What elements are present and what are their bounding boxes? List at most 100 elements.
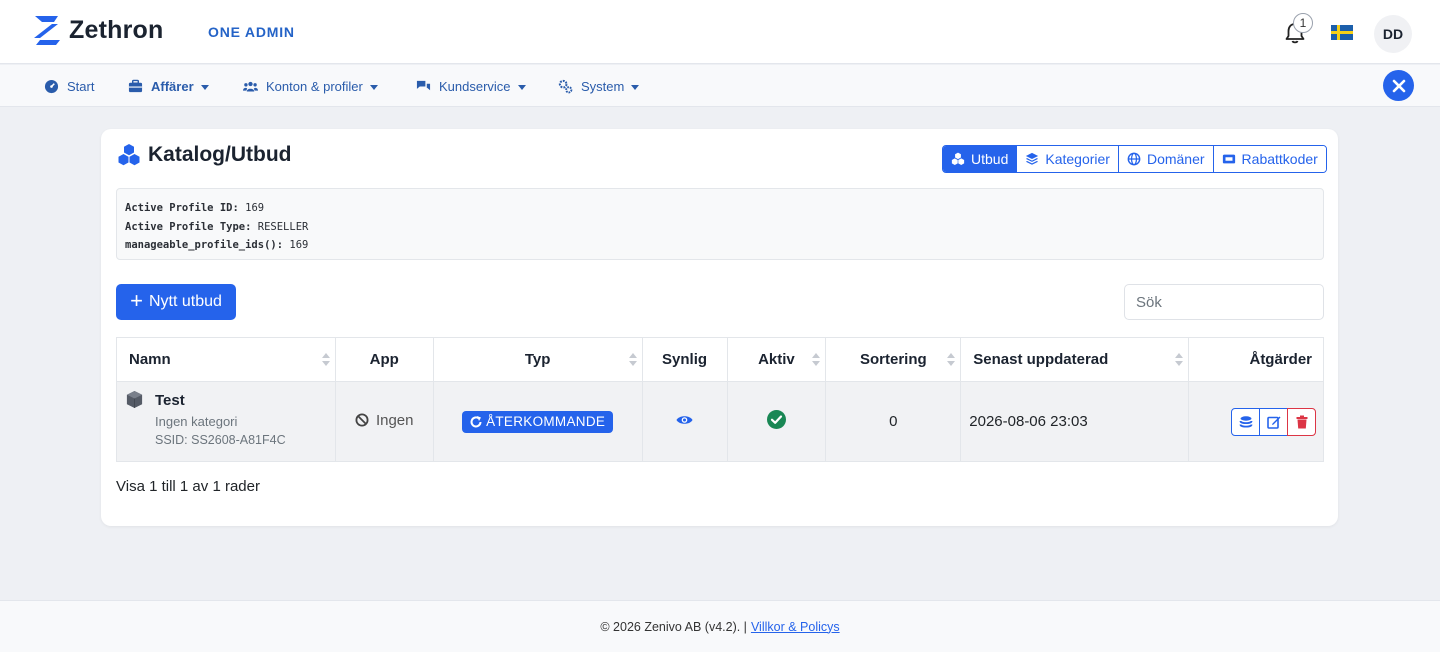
page-title-text: Katalog/Utbud <box>148 143 292 166</box>
trash-icon <box>1296 415 1307 428</box>
sort-icon <box>628 353 637 367</box>
tab-label: Rabattkoder <box>1241 151 1318 167</box>
nav-item-label: Affärer <box>151 78 194 94</box>
column-header-aktiv[interactable]: Aktiv <box>726 337 827 382</box>
delete-button[interactable] <box>1287 407 1316 436</box>
chevron-down-icon <box>200 84 209 90</box>
column-header-namn[interactable]: Namn <box>116 337 336 382</box>
offering-name-block: Test Ingen kategori SSID: SS2608-A81F4C <box>117 382 335 461</box>
column-header-typ[interactable]: Typ <box>432 337 643 382</box>
tab-label: Kategorier <box>1045 151 1110 167</box>
sort-icon <box>812 353 821 367</box>
nav-item-label: System <box>581 78 625 94</box>
nav-item-konton-profiler[interactable]: Konton & profiler <box>243 77 378 95</box>
table-row: Test Ingen kategori SSID: SS2608-A81F4C … <box>116 381 1324 462</box>
nav-item-kundservice[interactable]: Kundservice <box>416 77 526 95</box>
eye-icon <box>676 416 693 424</box>
chevron-down-icon <box>369 84 378 90</box>
nav-item-label: Konton & profiler <box>266 78 363 94</box>
nav-item-label: Kundservice <box>439 78 511 94</box>
debug-line: Active Profile Type: RESELLER <box>125 220 309 233</box>
main-navigation: Start Affärer Konton & profiler Kundserv… <box>0 65 1440 107</box>
tab-domaner[interactable]: Domäner <box>1118 146 1214 172</box>
user-avatar[interactable]: DD <box>1374 15 1412 53</box>
terms-link[interactable]: Villkor & Policys <box>751 620 840 634</box>
new-offering-button[interactable]: + Nytt utbud <box>116 284 236 320</box>
swedish-flag-icon[interactable] <box>1331 25 1353 40</box>
brand-name: Zethron <box>69 15 164 44</box>
cogs-icon <box>558 79 573 93</box>
globe-icon <box>1127 152 1141 166</box>
search-input[interactable] <box>1124 284 1324 320</box>
tab-label: Utbud <box>971 151 1009 167</box>
top-header: Zethron ONE ADMIN 1 DD <box>0 0 1440 64</box>
app-label: Ingen <box>375 411 414 429</box>
column-header-atgarder: Åtgärder <box>1188 337 1324 382</box>
brand-logo[interactable]: Zethron <box>32 14 163 46</box>
column-header-synlig: Synlig <box>641 337 728 382</box>
cube-icon <box>126 390 143 409</box>
cell-name: Test Ingen kategori SSID: SS2608-A81F4C <box>116 381 336 462</box>
page-footer: © 2026 Zenivo AB (v4.2). | Villkor & Pol… <box>0 600 1440 652</box>
catalog-card: Katalog/Utbud Utbud Kategorier Domäner R… <box>101 129 1338 526</box>
prices-button[interactable] <box>1231 407 1260 436</box>
notification-badge: 1 <box>1293 13 1313 33</box>
debug-line: Active Profile ID: 169 <box>125 202 265 214</box>
sort-icon <box>1175 353 1184 367</box>
chat-icon <box>416 80 431 90</box>
catalog-tabs: Utbud Kategorier Domäner Rabattkoder <box>942 145 1327 173</box>
layers-icon <box>1026 152 1039 165</box>
offering-name[interactable]: Test <box>155 392 335 409</box>
nav-item-label: Start <box>67 78 95 94</box>
cell-active <box>726 381 827 462</box>
column-header-sortering[interactable]: Sortering <box>825 337 962 382</box>
chevron-down-icon <box>631 84 640 90</box>
cell-actions <box>1188 381 1324 462</box>
offering-ssid: SSID: SS2608-A81F4C <box>155 433 286 447</box>
ban-icon <box>355 413 369 427</box>
cell-app: Ingen <box>334 381 434 462</box>
page-title: Katalog/Utbud <box>117 143 291 167</box>
tab-kategorier[interactable]: Kategorier <box>1017 146 1119 172</box>
footer-copyright: © 2026 Zenivo AB (v4.2). | <box>600 619 747 634</box>
cell-visible <box>641 381 728 462</box>
refresh-icon <box>470 415 482 427</box>
cubes-icon <box>951 152 965 166</box>
tab-label: Domäner <box>1146 151 1205 167</box>
close-icon <box>1392 79 1405 92</box>
zethron-logo-icon <box>34 16 60 45</box>
row-actions <box>1231 407 1316 436</box>
debug-line: manageable_profile_ids(): 169 <box>125 239 309 251</box>
profile-debug-info: Active Profile ID: 169 Active Profile Ty… <box>116 188 1324 260</box>
cell-sort: 0 <box>825 381 962 462</box>
ticket-icon <box>1222 154 1235 164</box>
pagination-info: Visa 1 till 1 av 1 rader <box>116 478 260 495</box>
offering-category: Ingen kategori <box>155 414 238 429</box>
plus-icon: + <box>130 288 143 313</box>
briefcase-icon <box>128 79 143 92</box>
sort-icon <box>947 353 956 367</box>
edit-button[interactable] <box>1259 407 1288 436</box>
tab-rabattkoder[interactable]: Rabattkoder <box>1213 146 1326 172</box>
nav-item-start[interactable]: Start <box>44 77 94 95</box>
coins-icon <box>1239 415 1252 427</box>
sort-icon <box>321 353 330 367</box>
users-icon <box>243 81 258 91</box>
type-label: ÅTERKOMMANDE <box>486 414 606 429</box>
tab-utbud[interactable]: Utbud <box>943 146 1018 172</box>
chevron-down-icon <box>517 84 526 90</box>
admin-label: ONE ADMIN <box>208 24 295 40</box>
column-header-app: App <box>334 337 434 382</box>
dashboard-icon <box>44 79 59 93</box>
cubes-icon <box>118 144 140 166</box>
app-value: Ingen <box>355 412 414 429</box>
column-header-senast-uppdaterad[interactable]: Senast uppdaterad <box>960 337 1190 382</box>
nav-item-affarer[interactable]: Affärer <box>128 77 209 95</box>
new-offering-label: Nytt utbud <box>148 293 222 310</box>
nav-item-system[interactable]: System <box>558 77 640 95</box>
close-button[interactable] <box>1383 70 1414 101</box>
offerings-table: Namn App Typ Synlig Aktiv Sortering Sena… <box>116 337 1324 462</box>
check-circle-icon <box>766 410 786 429</box>
cell-type: ÅTERKOMMANDE <box>432 381 643 462</box>
edit-icon <box>1266 416 1280 429</box>
